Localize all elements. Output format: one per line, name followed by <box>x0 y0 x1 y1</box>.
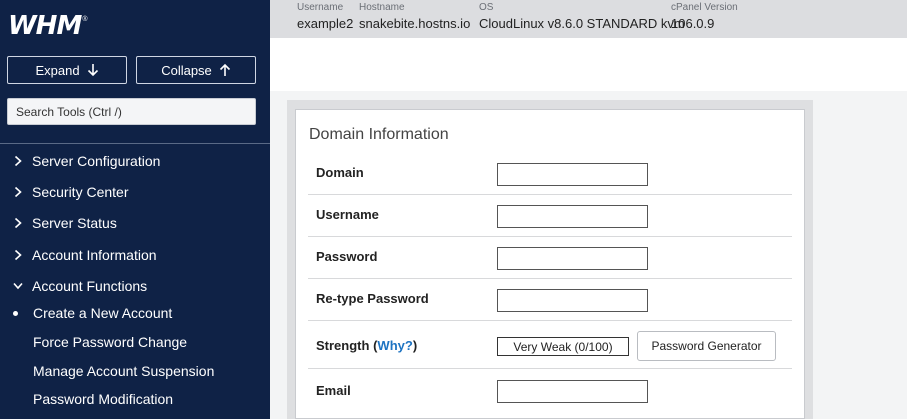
sidebar: WHM ® Expand Collapse Search Tools (Ctrl… <box>0 0 270 419</box>
email-input[interactable] <box>497 380 648 403</box>
sidebar-item-label: Server Configuration <box>32 153 161 169</box>
strength-label-text: Strength <box>316 338 370 353</box>
sidebar-subitem-password-modification[interactable]: Password Modification <box>0 385 270 413</box>
sidebar-item-label: Server Status <box>32 215 117 231</box>
server-info-bar: Username example2 Hostname snakebite.hos… <box>270 0 907 38</box>
info-value: CloudLinux v8.6.0 STANDARD kvm <box>479 16 685 31</box>
info-username: Username example2 <box>297 2 353 32</box>
active-bullet-icon <box>13 310 18 316</box>
email-label: Email <box>316 383 351 398</box>
info-key: Username <box>297 2 344 13</box>
domain-row: Domain <box>308 153 792 195</box>
arrow-up-icon <box>219 63 230 76</box>
chevron-right-icon <box>14 186 22 198</box>
sidebar-item-account-functions[interactable]: Account Functions <box>0 271 270 301</box>
username-label: Username <box>316 207 379 222</box>
sidebar-subitem-create-new-account[interactable]: Create a New Account <box>0 299 270 327</box>
password-row: Password <box>308 237 792 279</box>
strength-meter: Very Weak (0/100) <box>497 337 629 356</box>
page-header-area <box>270 38 907 91</box>
info-value: snakebite.hostns.io <box>359 16 471 31</box>
strength-value: Very Weak (0/100) <box>513 339 613 354</box>
why-link[interactable]: Why? <box>377 338 412 353</box>
sidebar-item-server-status[interactable]: Server Status <box>0 208 270 238</box>
sidebar-item-label: Account Functions <box>32 278 148 294</box>
chevron-right-icon <box>14 217 22 229</box>
strength-paren-close: ) <box>412 338 418 353</box>
info-value: 106.0.9 <box>671 16 715 31</box>
sidebar-item-label: Account Information <box>32 247 157 263</box>
info-key: OS <box>479 2 494 13</box>
section-title: Domain Information <box>309 126 449 143</box>
arrow-down-icon <box>87 64 98 77</box>
collapse-button[interactable]: Collapse <box>136 56 256 84</box>
strength-label: Strength (Why?) <box>316 338 417 353</box>
strength-row: Strength (Why?) Very Weak (0/100) Passwo… <box>308 321 792 369</box>
search-placeholder: Search Tools (Ctrl /) <box>16 104 122 119</box>
info-cpanel-version: cPanel Version 106.0.9 <box>671 2 738 32</box>
collapse-label: Collapse <box>161 62 212 78</box>
sidebar-subitem-label: Manage Account Suspension <box>33 363 215 379</box>
info-os: OS CloudLinux v8.6.0 STANDARD kvm <box>479 2 685 32</box>
whm-logo[interactable]: WHM ® <box>8 11 88 41</box>
username-row: Username <box>308 195 792 237</box>
sidebar-subitem-force-password-change[interactable]: Force Password Change <box>0 328 270 356</box>
sidebar-item-security-center[interactable]: Security Center <box>0 177 270 207</box>
chevron-right-icon <box>14 155 22 167</box>
password-input[interactable] <box>497 247 648 270</box>
email-row: Email <box>308 369 792 414</box>
sidebar-divider <box>0 143 270 144</box>
info-key: Hostname <box>359 2 405 13</box>
password-label: Password <box>316 249 378 264</box>
sidebar-subitem-manage-account-suspension[interactable]: Manage Account Suspension <box>0 357 270 385</box>
sidebar-subitem-label: Force Password Change <box>33 334 188 350</box>
retype-password-label: Re-type Password <box>316 291 429 306</box>
info-hostname: Hostname snakebite.hostns.io <box>359 2 470 32</box>
chevron-right-icon <box>14 249 22 261</box>
retype-password-input[interactable] <box>497 289 648 312</box>
domain-information-panel: Domain Information Domain Username Passw… <box>295 109 805 419</box>
domain-input[interactable] <box>497 163 648 186</box>
info-value: example2 <box>297 16 354 31</box>
expand-label: Expand <box>35 62 80 78</box>
domain-label: Domain <box>316 165 364 180</box>
chevron-down-icon <box>13 282 23 290</box>
sidebar-subitem-label: Password Modification <box>33 391 174 407</box>
password-generator-label: Password Generator <box>651 339 762 353</box>
sidebar-button-row: Expand Collapse <box>7 56 256 84</box>
logo-registered-mark: ® <box>82 15 88 23</box>
info-key: cPanel Version <box>671 2 738 13</box>
username-input[interactable] <box>497 205 648 228</box>
sidebar-item-label: Security Center <box>32 184 129 200</box>
sidebar-item-account-information[interactable]: Account Information <box>0 240 270 270</box>
search-tools-input[interactable]: Search Tools (Ctrl /) <box>7 98 256 125</box>
sidebar-subitem-label: Create a New Account <box>33 305 173 321</box>
expand-button[interactable]: Expand <box>7 56 127 84</box>
logo-text: WHM <box>8 11 82 41</box>
retype-password-row: Re-type Password <box>308 279 792 321</box>
password-generator-button[interactable]: Password Generator <box>637 331 776 361</box>
sidebar-item-server-configuration[interactable]: Server Configuration <box>0 146 270 176</box>
